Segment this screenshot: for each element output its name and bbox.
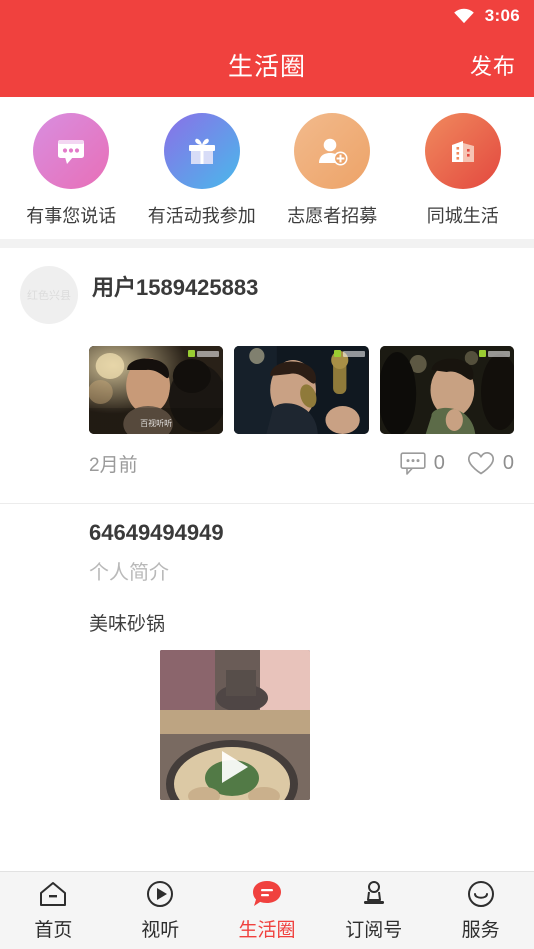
play-circle-icon bbox=[145, 879, 175, 909]
wifi-icon bbox=[453, 8, 474, 24]
person-add-icon bbox=[319, 138, 348, 166]
watermark-badge bbox=[188, 350, 220, 358]
post-username[interactable]: 用户1589425883 bbox=[92, 266, 258, 302]
play-button-icon[interactable] bbox=[222, 751, 248, 784]
smiley-face-icon bbox=[466, 879, 496, 909]
like-action[interactable]: 0 bbox=[467, 451, 514, 476]
tab-label: 首页 bbox=[34, 920, 73, 941]
category-label: 同城生活 bbox=[426, 206, 499, 226]
watermark-bar bbox=[197, 350, 220, 357]
bottom-navigation: 首页 视听 生活圈 订阅号 服务 bbox=[0, 871, 534, 949]
buildings-icon bbox=[451, 141, 474, 162]
thumbnail-image bbox=[234, 346, 369, 435]
tab-life-circle[interactable]: 生活圈 bbox=[214, 879, 321, 942]
watermark-badge bbox=[478, 350, 510, 358]
watermark-dot-icon bbox=[188, 350, 196, 358]
post-thumbnail-row: 百视听听 bbox=[89, 346, 514, 435]
post-timestamp: 2月前 bbox=[89, 455, 138, 477]
section-divider bbox=[0, 239, 534, 249]
category-item-citylife[interactable]: 同城生活 bbox=[398, 113, 529, 229]
app-screen: 3:06 生活圈 发布 有事您说话 有活动我参加 志愿者招募 同城生活 红色兴县… bbox=[0, 0, 534, 949]
status-bar: 3:06 bbox=[0, 0, 534, 32]
category-icon-wrapper bbox=[294, 113, 371, 189]
category-icon-wrapper bbox=[33, 113, 110, 189]
tab-label: 订阅号 bbox=[345, 920, 403, 941]
tab-service[interactable]: 服务 bbox=[427, 879, 534, 942]
watermark-dot-icon bbox=[333, 350, 341, 358]
tab-label: 生活圈 bbox=[238, 920, 296, 941]
like-count: 0 bbox=[502, 452, 514, 475]
category-item-volunteer[interactable]: 志愿者招募 bbox=[267, 113, 398, 229]
feed-scroll-area[interactable]: 有事您说话 有活动我参加 志愿者招募 同城生活 红色兴县 用户158942588… bbox=[0, 97, 534, 871]
avatar[interactable]: 红色兴县 bbox=[20, 266, 78, 325]
feed-post-1[interactable]: 红色兴县 用户1589425883 百视听听 2月前 0 0 bbox=[0, 248, 534, 504]
post-thumbnail[interactable] bbox=[234, 346, 369, 435]
post-header: 红色兴县 用户1589425883 bbox=[20, 266, 514, 325]
publish-button[interactable]: 发布 bbox=[470, 49, 516, 81]
post-text: 美味砂锅 bbox=[89, 614, 166, 636]
post-username[interactable]: 64649494949 bbox=[89, 520, 514, 546]
tab-video[interactable]: 视听 bbox=[107, 879, 214, 942]
avatar-placeholder-text: 红色兴县 bbox=[27, 290, 71, 303]
comment-count: 0 bbox=[433, 452, 445, 475]
app-header: 生活圈 发布 bbox=[0, 32, 534, 97]
category-grid: 有事您说话 有活动我参加 志愿者招募 同城生活 bbox=[0, 97, 534, 240]
thumbnail-caption: 百视听听 bbox=[140, 419, 173, 429]
watermark-bar bbox=[487, 350, 510, 357]
heart-icon bbox=[467, 452, 494, 475]
post-subtitle: 个人简介 bbox=[89, 562, 169, 585]
post-video-thumbnail[interactable] bbox=[160, 650, 310, 801]
comment-action[interactable]: 0 bbox=[400, 451, 445, 476]
home-icon bbox=[38, 879, 68, 909]
tab-label: 视听 bbox=[141, 920, 180, 941]
speech-bubble-icon bbox=[58, 140, 85, 164]
category-icon-wrapper bbox=[424, 113, 501, 189]
post-thumbnail[interactable]: 百视听听 bbox=[89, 346, 224, 435]
category-item-activity[interactable]: 有活动我参加 bbox=[137, 113, 268, 229]
category-label: 志愿者招募 bbox=[287, 206, 378, 226]
tab-home[interactable]: 首页 bbox=[0, 879, 107, 942]
tab-subscription[interactable]: 订阅号 bbox=[320, 879, 427, 942]
tab-label: 服务 bbox=[461, 920, 500, 941]
post-thumbnail[interactable] bbox=[379, 346, 514, 435]
chat-bubble-filled-icon bbox=[251, 879, 283, 909]
post-actions: 0 0 bbox=[400, 451, 514, 476]
page-title: 生活圈 bbox=[227, 52, 306, 81]
feed-post-2[interactable]: 64649494949 个人简介 美味砂锅 bbox=[0, 504, 534, 801]
category-icon-wrapper bbox=[163, 113, 240, 189]
comment-bubble-icon bbox=[400, 451, 426, 475]
watermark-bar bbox=[342, 350, 365, 357]
subscription-stamp-icon bbox=[359, 879, 389, 909]
status-time: 3:06 bbox=[484, 6, 520, 25]
gift-box-icon bbox=[188, 138, 215, 164]
post-meta-row: 2月前 0 0 bbox=[89, 450, 514, 493]
category-item-speech[interactable]: 有事您说话 bbox=[6, 113, 137, 229]
category-label: 有事您说话 bbox=[26, 206, 117, 226]
watermark-dot-icon bbox=[478, 350, 486, 358]
thumbnail-image bbox=[379, 346, 514, 435]
watermark-badge bbox=[333, 350, 365, 358]
category-label: 有活动我参加 bbox=[147, 206, 256, 226]
